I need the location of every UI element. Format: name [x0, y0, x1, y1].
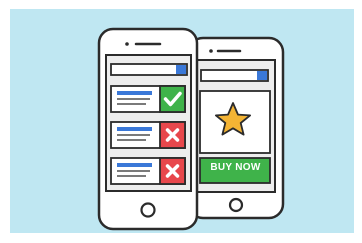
- list-item: [110, 157, 186, 185]
- list-item: [110, 121, 186, 149]
- back-search-bar: [200, 69, 269, 82]
- front-phone: [97, 27, 199, 231]
- list-item: [110, 85, 186, 113]
- back-phone: [187, 36, 285, 220]
- phones-illustration: [97, 27, 285, 231]
- buy-now-label: BUY NOW: [210, 162, 261, 173]
- front-search-bar: [110, 63, 188, 76]
